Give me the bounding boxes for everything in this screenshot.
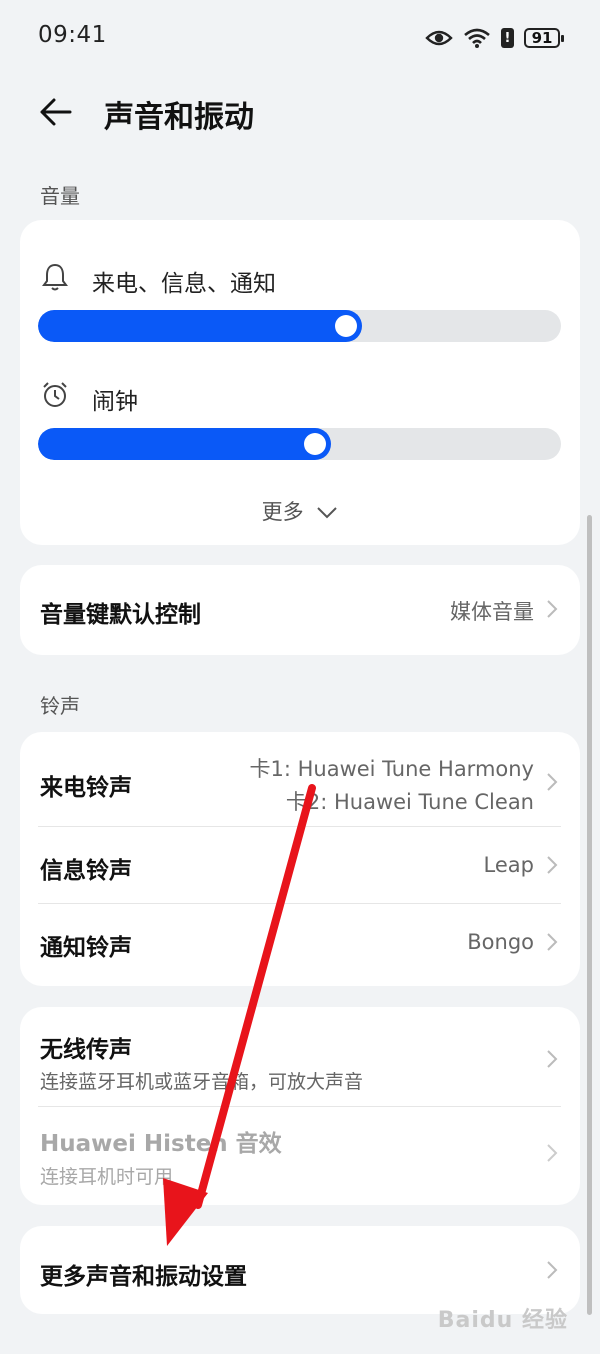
annotation-arrow xyxy=(163,784,316,1246)
watermark-logo: Baidu 经验 xyxy=(437,1308,568,1333)
